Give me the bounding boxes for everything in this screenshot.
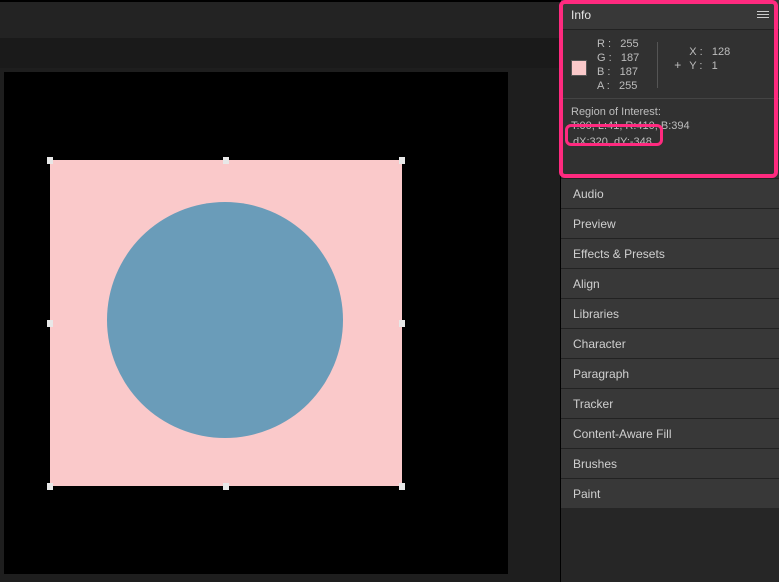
panel-tab-content-aware-fill[interactable]: Content-Aware Fill (561, 418, 779, 448)
tab-strip (0, 38, 560, 68)
transform-handle-bl[interactable] (47, 483, 53, 490)
panel-tab-tracker[interactable]: Tracker (561, 388, 779, 418)
transform-handle-tl[interactable] (47, 157, 53, 164)
panel-tab-preview[interactable]: Preview (561, 208, 779, 238)
divider (657, 42, 658, 88)
panel-tab-label: Character (573, 337, 626, 351)
transform-handle-br[interactable] (399, 483, 405, 490)
roi-bounds: T:00, L:41, R:410, B:394 (571, 119, 769, 133)
panel-tab-label: Preview (573, 217, 616, 231)
panel-tab-label: Content-Aware Fill (573, 427, 671, 441)
value-y: Y : 1 (689, 59, 730, 73)
panel-tab-label: Paint (573, 487, 600, 501)
info-panel-title: Info (571, 8, 591, 22)
rgba-readout: R : 255 G : 187 B : 187 A : 255 (597, 37, 639, 93)
panel-tab-label: Align (573, 277, 600, 291)
panel-tab-label: Libraries (573, 307, 619, 321)
info-panel: Info R : 255 G : 187 B : 187 A : 255 + X… (561, 0, 779, 178)
value-x: X : 128 (689, 45, 730, 59)
panel-tab-libraries[interactable]: Libraries (561, 298, 779, 328)
panel-tab-brushes[interactable]: Brushes (561, 448, 779, 478)
panel-tab-effects-presets[interactable]: Effects & Presets (561, 238, 779, 268)
transform-handle-bc[interactable] (223, 483, 229, 490)
value-g: G : 187 (597, 51, 639, 65)
value-a: A : 255 (597, 79, 639, 93)
panel-tab-label: Brushes (573, 457, 617, 471)
right-panel-dock: Info R : 255 G : 187 B : 187 A : 255 + X… (560, 0, 779, 582)
panel-tab-label: Audio (573, 187, 604, 201)
value-r: R : 255 (597, 37, 639, 51)
panel-menu-icon[interactable] (757, 11, 769, 18)
panel-tab-paragraph[interactable]: Paragraph (561, 358, 779, 388)
composition-viewer[interactable] (4, 72, 508, 574)
info-panel-header[interactable]: Info (561, 0, 779, 30)
panel-tab-label: Tracker (573, 397, 613, 411)
roi-delta: dX:320, dY:-348 (571, 135, 654, 149)
app-toolbar (0, 0, 560, 38)
crosshair-icon: + (674, 58, 681, 72)
xy-readout: X : 128 Y : 1 (689, 45, 730, 73)
panel-tab-label: Paragraph (573, 367, 629, 381)
panel-tab-align[interactable]: Align (561, 268, 779, 298)
transform-handle-tc[interactable] (223, 157, 229, 164)
panel-tab-paint[interactable]: Paint (561, 478, 779, 508)
layer-circle-shape[interactable] (107, 202, 343, 438)
transform-handle-mr[interactable] (399, 320, 405, 327)
transform-handle-tr[interactable] (399, 157, 405, 164)
panel-tab-label: Effects & Presets (573, 247, 665, 261)
transform-handle-ml[interactable] (47, 320, 53, 327)
collapsed-panel-list: Audio Preview Effects & Presets Align Li… (561, 178, 779, 508)
value-b: B : 187 (597, 65, 639, 79)
panel-tab-audio[interactable]: Audio (561, 178, 779, 208)
panel-tab-character[interactable]: Character (561, 328, 779, 358)
color-swatch (571, 60, 587, 76)
roi-label: Region of Interest: (571, 105, 769, 119)
